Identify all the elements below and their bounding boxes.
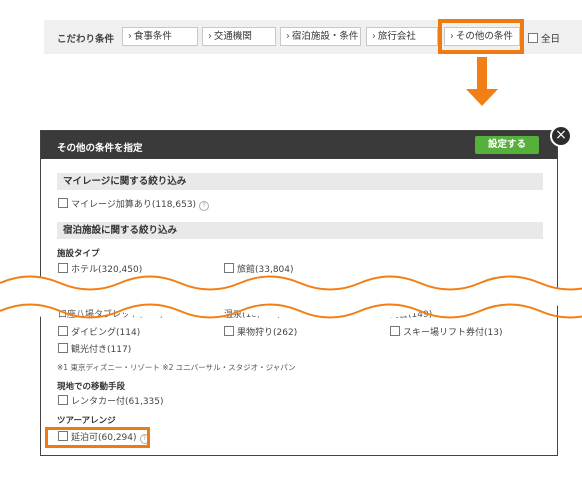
option-sightseeing[interactable]: 観光付き(117) [58,342,131,355]
modal-title: その他の条件を指定 [57,143,143,154]
option-ryokan[interactable]: 旅館(33,804) [224,262,294,275]
filter-bar-label: こだわり条件 [57,34,115,45]
chevron-right-icon: › [286,31,290,42]
set-button[interactable]: 設定する [475,136,539,154]
checkbox[interactable] [58,198,68,208]
other-conditions-modal: その他の条件を指定 設定する マイレージに関する絞り込み マイレージ加算あり(1… [40,130,558,456]
option-rental-car[interactable]: レンタカー付(61,335) [58,394,164,407]
transport-label: 現地での移動手段 [57,382,126,392]
close-icon[interactable]: × [550,125,572,147]
cut-option-2: 温泉(10,009) [224,310,281,320]
checkbox[interactable] [58,395,68,405]
option-fruit-picking[interactable]: 果物狩り(262) [224,325,297,338]
cut-option-3: 陶芸(149) [390,310,433,320]
section-header-lodging: 宿泊施設に関する絞り込み [57,222,543,239]
option-ski-lift[interactable]: スキー場リフト券付(13) [390,325,502,338]
help-icon[interactable]: ? [199,201,210,211]
option-hotel[interactable]: ホテル(320,450) [58,262,142,275]
footnote: ※1 東京ディズニー・リゾート ※2 ユニバーサル・スタジオ・ジャパン [57,363,296,372]
checkbox[interactable] [390,326,400,336]
option-diving[interactable]: ダイビング(114) [58,325,140,338]
section-header-mileage: マイレージに関する絞り込み [57,173,543,190]
cut-option-1: 口座八場タブレット(759) [58,310,164,320]
chevron-right-icon: › [128,31,132,42]
down-arrow-icon [477,57,487,90]
highlight-frame-extend-stay [45,427,150,448]
filter-travel-agency-button[interactable]: › 旅行会社 [366,27,438,46]
filter-transport-button[interactable]: › 交通機関 [202,27,276,46]
modal-header: その他の条件を指定 設定する [41,131,557,159]
checkbox[interactable] [58,343,68,353]
filter-meal-button[interactable]: › 食事条件 [122,27,198,46]
checkbox[interactable] [58,326,68,336]
checkbox[interactable] [224,263,234,273]
highlight-frame-other-conditions [438,19,524,54]
tour-arrange-label: ツアーアレンジ [57,416,116,426]
filter-lodging-button[interactable]: › 宿泊施設・条件 [280,27,361,46]
facility-type-label: 施設タイプ [57,249,100,259]
check-all-days[interactable]: 全日 [528,31,560,45]
chevron-right-icon: › [208,31,212,42]
down-arrow-head-icon [466,89,498,106]
checkbox[interactable] [528,33,538,43]
chevron-right-icon: › [372,31,376,42]
mileage-option[interactable]: マイレージ加算あり(118,653)? [58,197,210,211]
checkbox[interactable] [58,263,68,273]
checkbox[interactable] [224,326,234,336]
